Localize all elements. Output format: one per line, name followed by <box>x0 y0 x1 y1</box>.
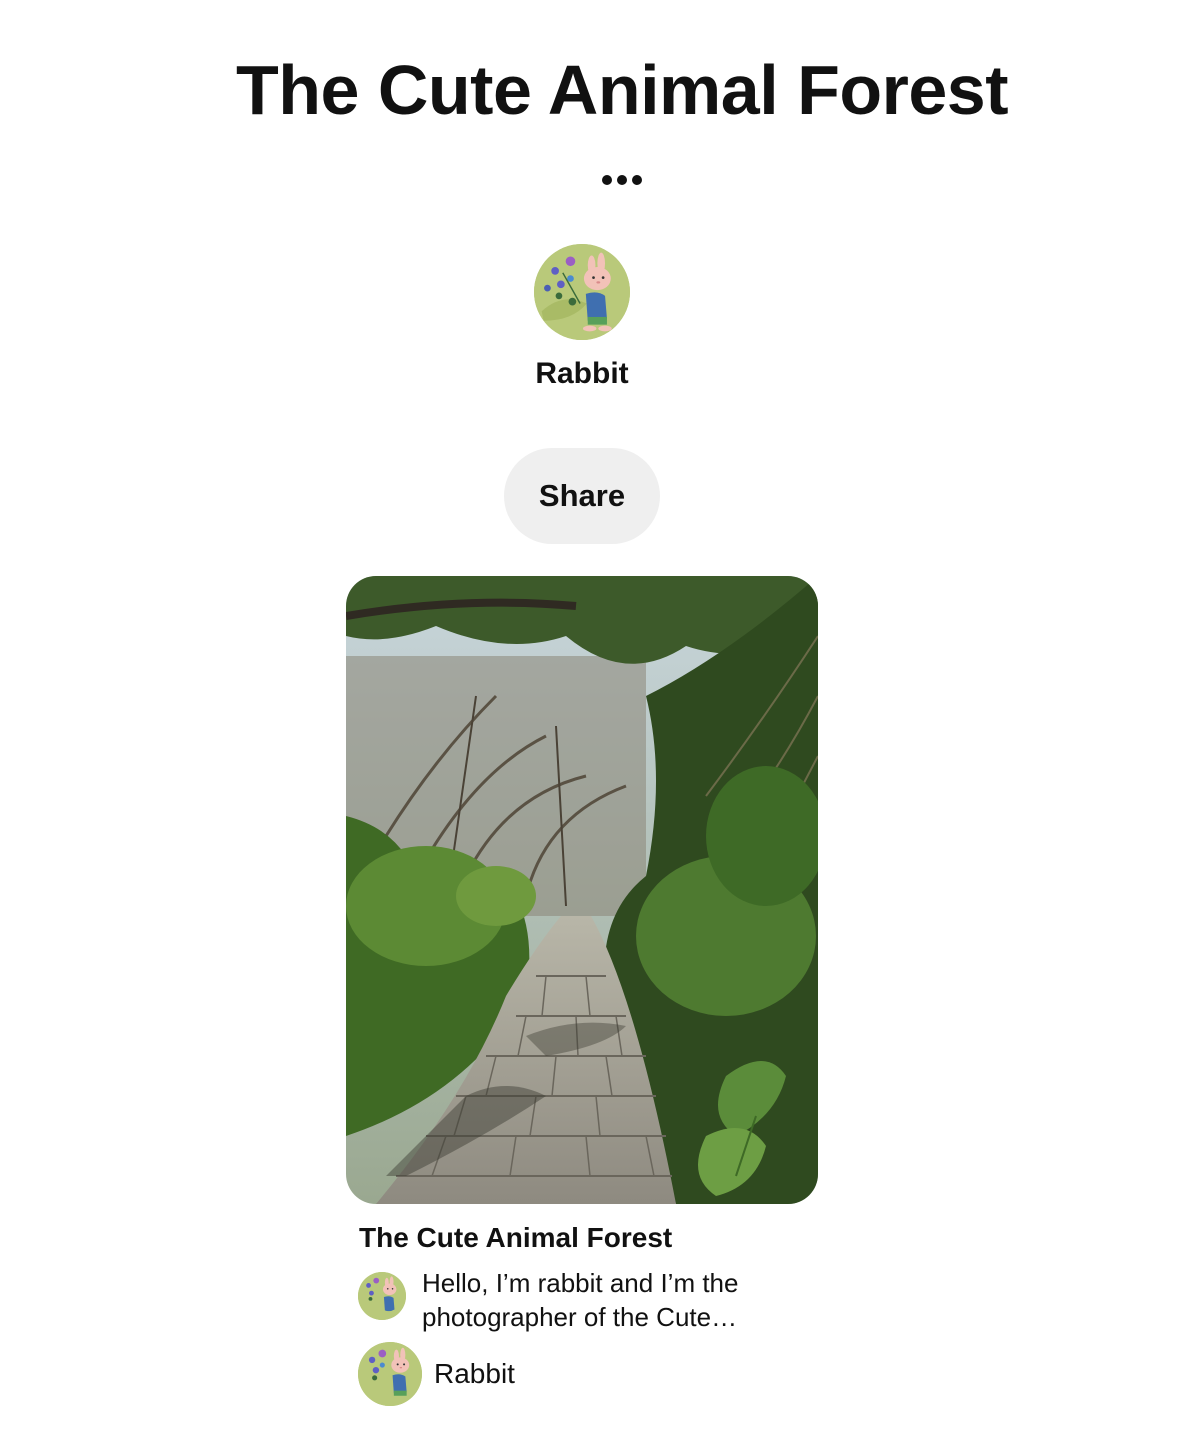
pin-title[interactable]: The Cute Animal Forest <box>359 1220 672 1256</box>
ellipsis-icon <box>602 175 612 185</box>
rabbit-avatar-icon <box>358 1272 406 1320</box>
pin-author[interactable]: Rabbit <box>358 1342 515 1406</box>
pin-description-row: Hello, I’m rabbit and I’m the photograph… <box>358 1266 818 1334</box>
pin-image[interactable] <box>346 576 818 1204</box>
ellipsis-dot <box>632 175 642 185</box>
more-options-button[interactable] <box>592 164 652 196</box>
rabbit-avatar-icon <box>358 1342 422 1406</box>
pin-author-avatar[interactable] <box>358 1342 422 1406</box>
forest-path-photo <box>346 576 818 1204</box>
share-button[interactable]: Share <box>504 448 660 544</box>
board-title: The Cute Animal Forest <box>235 51 1009 129</box>
pin-description-avatar[interactable] <box>358 1272 406 1320</box>
pin-author-name[interactable]: Rabbit <box>434 1356 515 1392</box>
ellipsis-dot <box>617 175 627 185</box>
owner-avatar[interactable] <box>534 244 630 340</box>
pin-card: The Cute Animal Forest Hello, I’m rabbit… <box>346 576 818 1406</box>
rabbit-avatar-icon <box>534 244 630 340</box>
pin-description: Hello, I’m rabbit and I’m the photograph… <box>422 1268 739 1332</box>
owner-name[interactable]: Rabbit <box>482 354 682 394</box>
